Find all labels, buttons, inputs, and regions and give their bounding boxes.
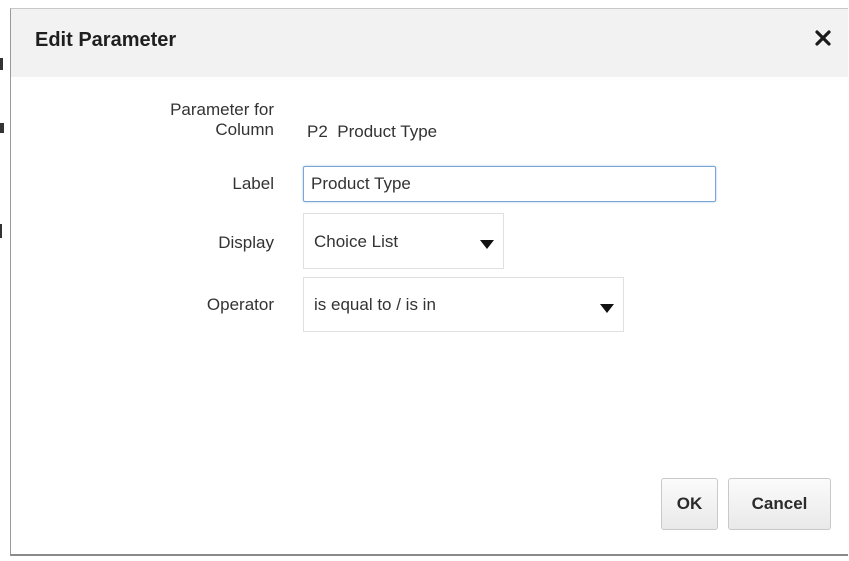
caret-down-icon [480,240,494,249]
operator-field-label: Operator [206,295,274,314]
parameter-for-column-label: Parameter for Column [170,100,274,140]
operator-selected-value: is equal to / is in [314,295,436,314]
close-icon [815,30,831,46]
label-field-label: Label [232,174,274,193]
edit-parameter-dialog: Edit Parameter Parameter for Column P2 P… [10,8,848,556]
display-field-label: Display [218,233,274,252]
display-selected-value: Choice List [314,232,399,251]
close-button[interactable] [812,27,834,49]
parameter-for-column-value: P2 Product Type [307,122,438,141]
caret-down-icon [600,304,614,313]
background-mark [0,224,2,238]
cancel-button[interactable]: Cancel [728,478,831,530]
dialog-header: Edit Parameter [11,9,848,77]
background-mark [0,123,4,133]
ok-button[interactable]: OK [661,478,718,530]
dialog-title: Edit Parameter [35,29,177,51]
parameter-for-column-label-line1: Parameter for [170,100,274,119]
display-select[interactable]: Choice List [303,213,504,269]
parameter-for-column-label-line2: Column [215,120,274,139]
label-input[interactable] [303,166,716,202]
operator-select[interactable]: is equal to / is in [303,277,624,332]
background-mark [0,58,3,70]
